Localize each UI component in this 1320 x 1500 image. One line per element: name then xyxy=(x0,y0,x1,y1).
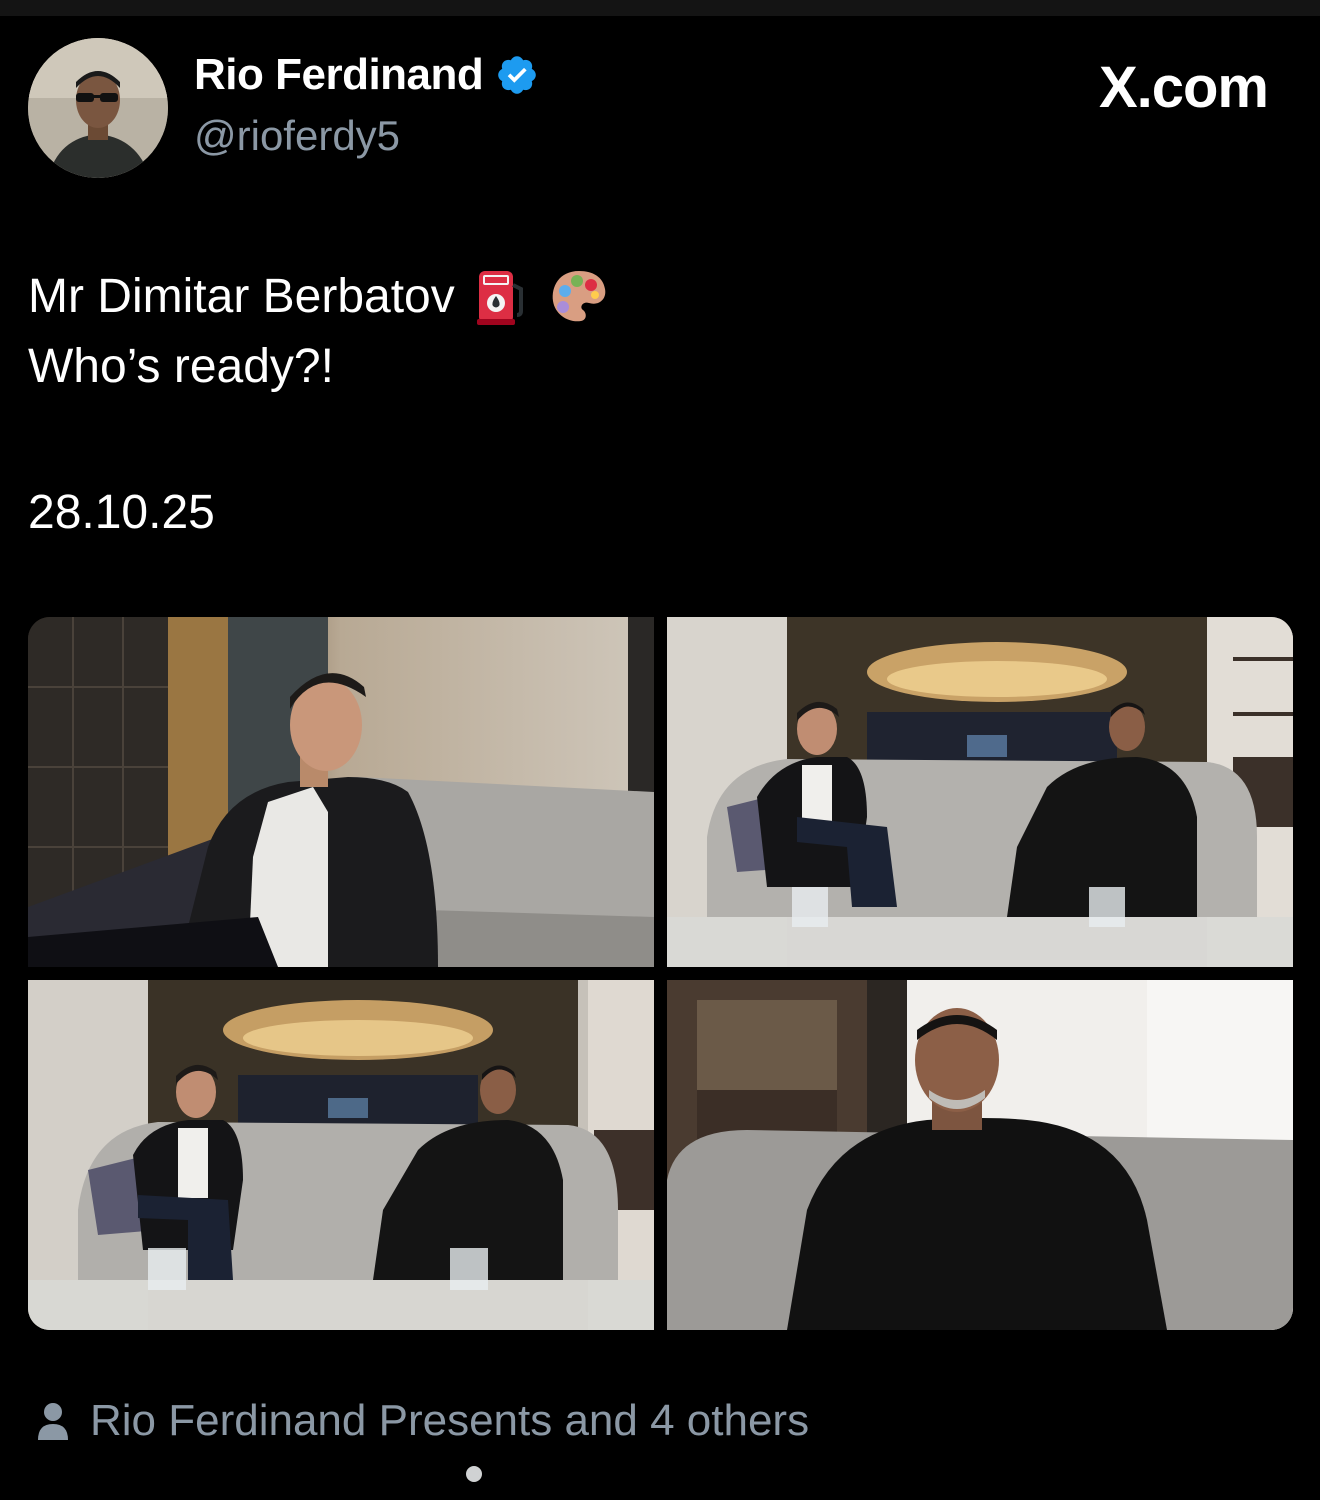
media-grid xyxy=(28,617,1293,1330)
photo-1[interactable] xyxy=(28,617,654,967)
tweet-text-line-1: Mr Dimitar Berbatov xyxy=(28,270,455,323)
display-name[interactable]: Rio Ferdinand xyxy=(194,50,484,100)
x-com-brand: X.com xyxy=(1098,54,1269,121)
avatar[interactable] xyxy=(28,38,168,178)
tweet-body: Mr Dimitar Berbatov Who’s ready?! 28.10.… xyxy=(28,262,611,548)
person-icon xyxy=(38,1403,68,1440)
photo-3[interactable] xyxy=(28,980,654,1330)
tweet-text-line-2: Who’s ready?! xyxy=(28,340,334,393)
tweet-line-2: Who’s ready?! xyxy=(28,332,611,402)
home-indicator xyxy=(466,1466,482,1482)
artist-palette-icon xyxy=(552,271,606,322)
author-handle[interactable]: @rioferdy5 xyxy=(194,112,400,160)
tagged-users[interactable]: Rio Ferdinand Presents and 4 others xyxy=(36,1396,809,1446)
tweet-line-1: Mr Dimitar Berbatov xyxy=(28,262,611,332)
tweet-date-text: 28.10.25 xyxy=(28,486,215,539)
verified-badge-icon xyxy=(498,56,537,94)
photo-4[interactable] xyxy=(667,980,1293,1330)
tagged-users-text: Rio Ferdinand Presents and 4 others xyxy=(90,1396,810,1445)
photo-2[interactable] xyxy=(667,617,1293,967)
tweet-line-3: 28.10.25 xyxy=(28,478,611,548)
author-row: Rio Ferdinand xyxy=(194,50,539,100)
fuel-pump-icon xyxy=(476,271,523,325)
brand-label: X.com xyxy=(1098,55,1269,120)
status-bar xyxy=(0,0,1320,16)
